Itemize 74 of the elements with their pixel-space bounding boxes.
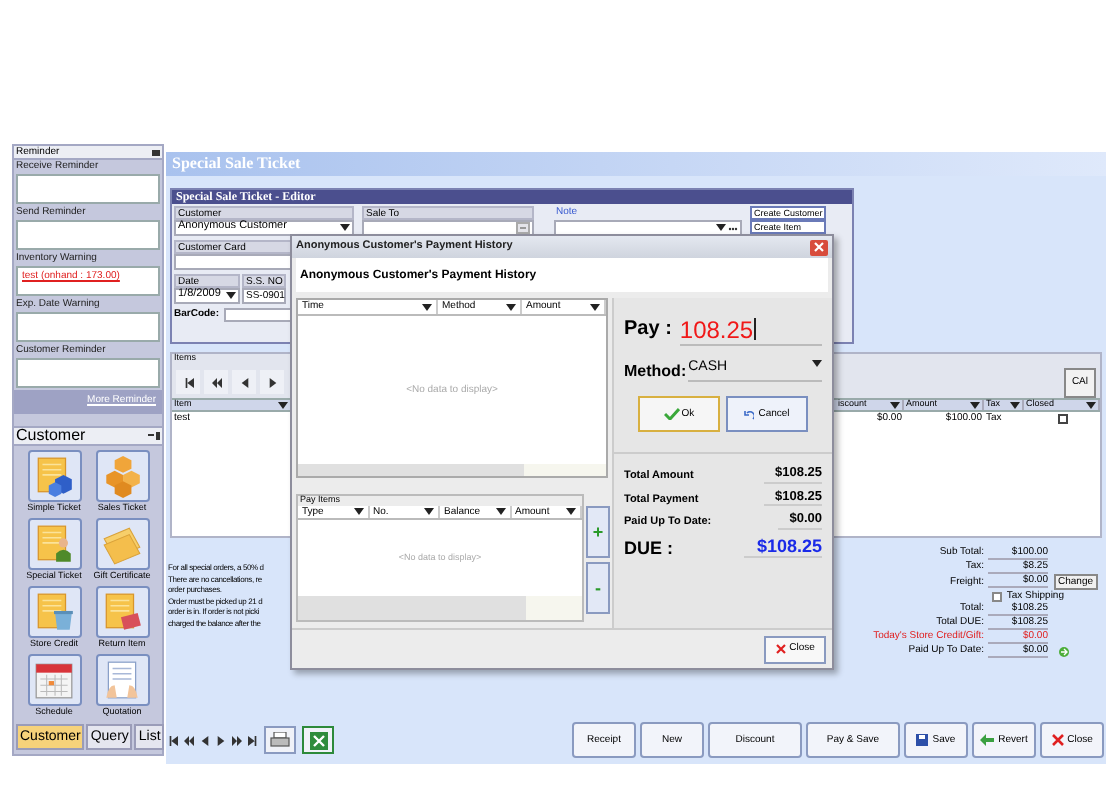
reminder-box bbox=[16, 220, 160, 250]
summary-value: $108.25 bbox=[744, 537, 822, 557]
filter-arrow-icon[interactable] bbox=[495, 508, 505, 516]
fast-forward-icon[interactable] bbox=[232, 735, 242, 745]
ticket-card-icon bbox=[100, 590, 144, 634]
tile-button[interactable] bbox=[27, 654, 81, 706]
nav-button[interactable] bbox=[176, 370, 200, 394]
previous-icon[interactable] bbox=[239, 377, 249, 387]
close-icon bbox=[1051, 734, 1064, 746]
footer-cell bbox=[526, 596, 582, 620]
document-icon bbox=[100, 658, 144, 702]
filter-arrow-icon[interactable] bbox=[506, 303, 516, 311]
filter-arrow-icon[interactable] bbox=[353, 508, 363, 516]
filter-arrow-icon[interactable] bbox=[890, 401, 900, 409]
next-icon[interactable] bbox=[267, 377, 277, 387]
close-button[interactable] bbox=[810, 239, 828, 255]
nav-button[interactable] bbox=[204, 370, 228, 394]
close-icon bbox=[814, 242, 824, 252]
printer-icon bbox=[270, 732, 290, 748]
tile-button[interactable] bbox=[95, 586, 149, 638]
floppy-icon bbox=[916, 734, 929, 746]
rewind-icon[interactable] bbox=[211, 377, 221, 387]
footer-cell bbox=[524, 464, 606, 476]
checkbox[interactable] bbox=[1057, 414, 1067, 424]
previous-icon[interactable] bbox=[200, 735, 210, 745]
tile-button[interactable] bbox=[95, 450, 149, 502]
filter-arrow-icon[interactable] bbox=[424, 508, 434, 516]
filter-arrow-icon[interactable] bbox=[566, 508, 576, 516]
tile-button[interactable] bbox=[95, 518, 149, 570]
ticket-bin-icon bbox=[32, 590, 76, 634]
reminder-box bbox=[16, 312, 160, 342]
tile-button[interactable] bbox=[27, 586, 81, 638]
tile-button[interactable] bbox=[95, 654, 149, 706]
tile-button[interactable] bbox=[27, 450, 81, 502]
export-button[interactable] bbox=[302, 726, 334, 754]
checkbox[interactable] bbox=[992, 591, 1003, 601]
filter-arrow-icon[interactable] bbox=[590, 303, 600, 311]
next-icon[interactable] bbox=[216, 735, 226, 745]
calendar-icon bbox=[32, 658, 76, 702]
tile-button[interactable] bbox=[27, 518, 81, 570]
cards-icon bbox=[100, 522, 144, 566]
reminder-box bbox=[16, 358, 160, 388]
check-icon bbox=[663, 408, 680, 420]
method-label: Method: bbox=[624, 363, 687, 379]
dropdown-arrow-icon[interactable] bbox=[340, 224, 350, 232]
dropdown-arrow-icon[interactable] bbox=[226, 292, 236, 300]
reminder-box bbox=[16, 174, 160, 204]
filter-arrow-icon[interactable] bbox=[278, 401, 288, 409]
window-title: Special Sale Ticket bbox=[172, 156, 301, 172]
nav-button[interactable] bbox=[260, 370, 284, 394]
revert-icon bbox=[980, 734, 995, 746]
filter-arrow-icon[interactable] bbox=[1010, 401, 1020, 409]
filter-arrow-icon[interactable] bbox=[970, 401, 980, 409]
ellipsis-icon[interactable] bbox=[728, 225, 738, 231]
undo-icon bbox=[744, 409, 755, 419]
boxes-icon bbox=[100, 454, 144, 498]
dropdown-arrow-icon[interactable] bbox=[812, 360, 822, 368]
first-icon[interactable] bbox=[168, 735, 178, 745]
panel-title: Customer bbox=[16, 428, 86, 444]
refresh-icon[interactable] bbox=[1058, 645, 1070, 657]
spreadsheet-icon bbox=[309, 731, 327, 749]
print-button[interactable] bbox=[264, 726, 296, 754]
ticket-cubes-icon bbox=[32, 454, 76, 498]
nav-button[interactable] bbox=[232, 370, 256, 394]
first-icon[interactable] bbox=[183, 377, 193, 387]
dropdown-arrow-icon[interactable] bbox=[716, 224, 726, 232]
close-icon bbox=[775, 644, 786, 654]
filter-arrow-icon[interactable] bbox=[1086, 401, 1096, 409]
rewind-icon[interactable] bbox=[184, 735, 194, 745]
summary-label: DUE : bbox=[624, 539, 673, 557]
filter-arrow-icon[interactable] bbox=[422, 303, 432, 311]
ticket-person-icon bbox=[32, 522, 76, 566]
pay-label: Pay : bbox=[624, 320, 672, 340]
last-icon[interactable] bbox=[248, 735, 258, 745]
